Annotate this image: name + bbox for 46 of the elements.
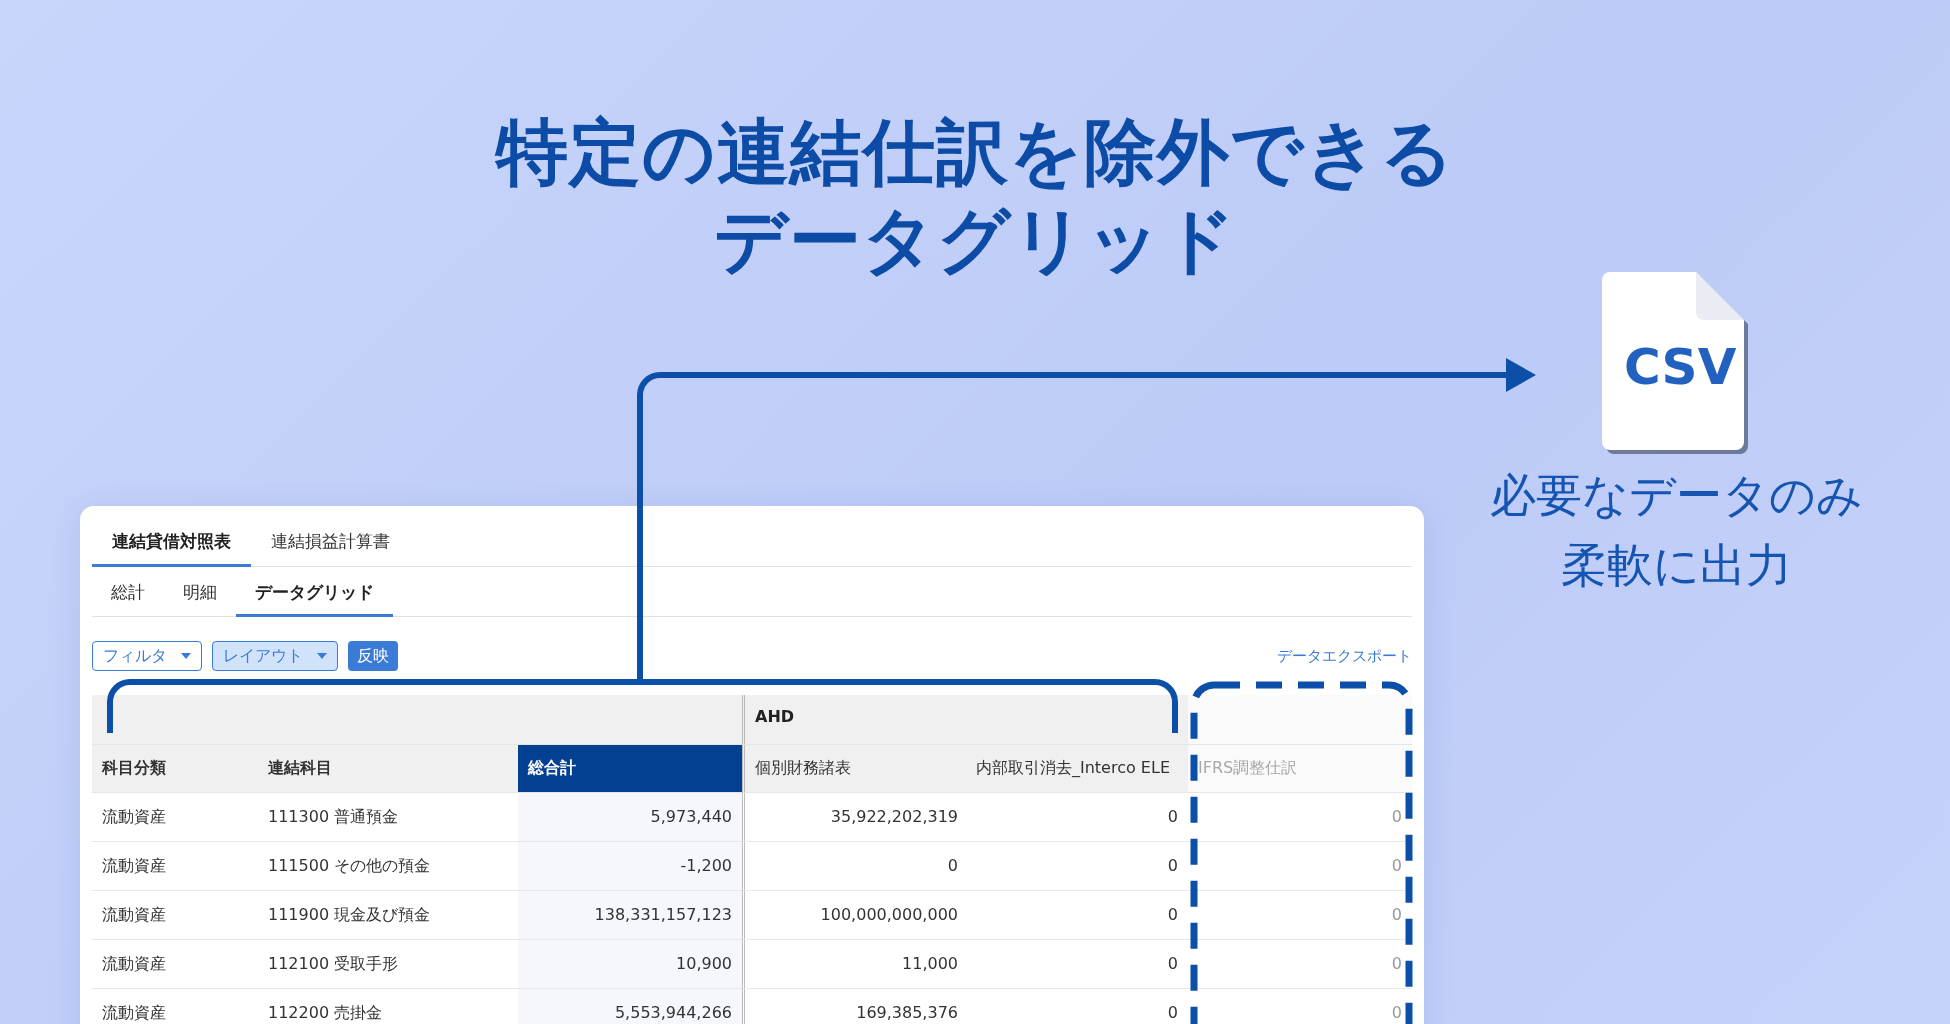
- column-header[interactable]: 連結科目: [258, 745, 518, 793]
- table-cell: 5,973,440: [518, 793, 742, 842]
- table-cell: 0: [968, 842, 1188, 891]
- table-cell: -1,200: [518, 842, 742, 891]
- sub-tab[interactable]: 総計: [92, 567, 164, 617]
- table-cell: 0: [1188, 793, 1412, 842]
- headline: 特定の連結仕訳を除外できる: [495, 109, 1455, 196]
- table-cell: 0: [742, 842, 968, 891]
- export-link[interactable]: データエクスポート: [1277, 646, 1412, 666]
- table-cell: 0: [968, 940, 1188, 989]
- sub-tab[interactable]: データグリッド: [236, 567, 393, 617]
- table-cell: 0: [968, 989, 1188, 1024]
- table-cell: 169,385,376: [742, 989, 968, 1024]
- caret-icon: [181, 653, 191, 659]
- table-cell: 35,922,202,319: [742, 793, 968, 842]
- table-cell: 0: [968, 891, 1188, 940]
- apply-button[interactable]: 反映: [348, 641, 398, 671]
- file-type-label: CSV: [1624, 342, 1737, 392]
- table-cell: 0: [1188, 842, 1412, 891]
- column-header[interactable]: 個別財務諸表: [742, 745, 968, 793]
- caption: 必要なデータのみ: [1489, 467, 1863, 524]
- table-cell: 流動資産: [92, 989, 258, 1024]
- table-cell: 0: [1188, 891, 1412, 940]
- table-cell: 流動資産: [92, 891, 258, 940]
- table-cell: 100,000,000,000: [742, 891, 968, 940]
- tab[interactable]: 連結貸借対照表: [92, 506, 251, 567]
- caret-icon: [317, 653, 327, 659]
- table-cell: 0: [968, 793, 1188, 842]
- table-cell: 流動資産: [92, 842, 258, 891]
- sub-tab[interactable]: 明細: [164, 567, 236, 617]
- table-cell: 流動資産: [92, 940, 258, 989]
- table-cell: 10,900: [518, 940, 742, 989]
- tab[interactable]: 連結損益計算書: [251, 506, 410, 567]
- table-cell: 138,331,157,123: [518, 891, 742, 940]
- dropdown-button[interactable]: フィルタ: [92, 641, 202, 671]
- caption: 柔軟に出力: [1560, 537, 1792, 594]
- group-header: AHD: [742, 695, 1188, 745]
- table-cell: 5,553,944,266: [518, 989, 742, 1024]
- table-cell: 0: [1188, 940, 1412, 989]
- column-header[interactable]: 科目分類: [92, 745, 258, 793]
- table-cell: 11,000: [742, 940, 968, 989]
- column-header[interactable]: 総合計: [518, 745, 742, 793]
- table-cell: 流動資産: [92, 793, 258, 842]
- column-header[interactable]: 内部取引消去_Interco ELE: [968, 745, 1188, 793]
- table-cell: 0: [1188, 989, 1412, 1024]
- headline: データグリッド: [713, 197, 1237, 284]
